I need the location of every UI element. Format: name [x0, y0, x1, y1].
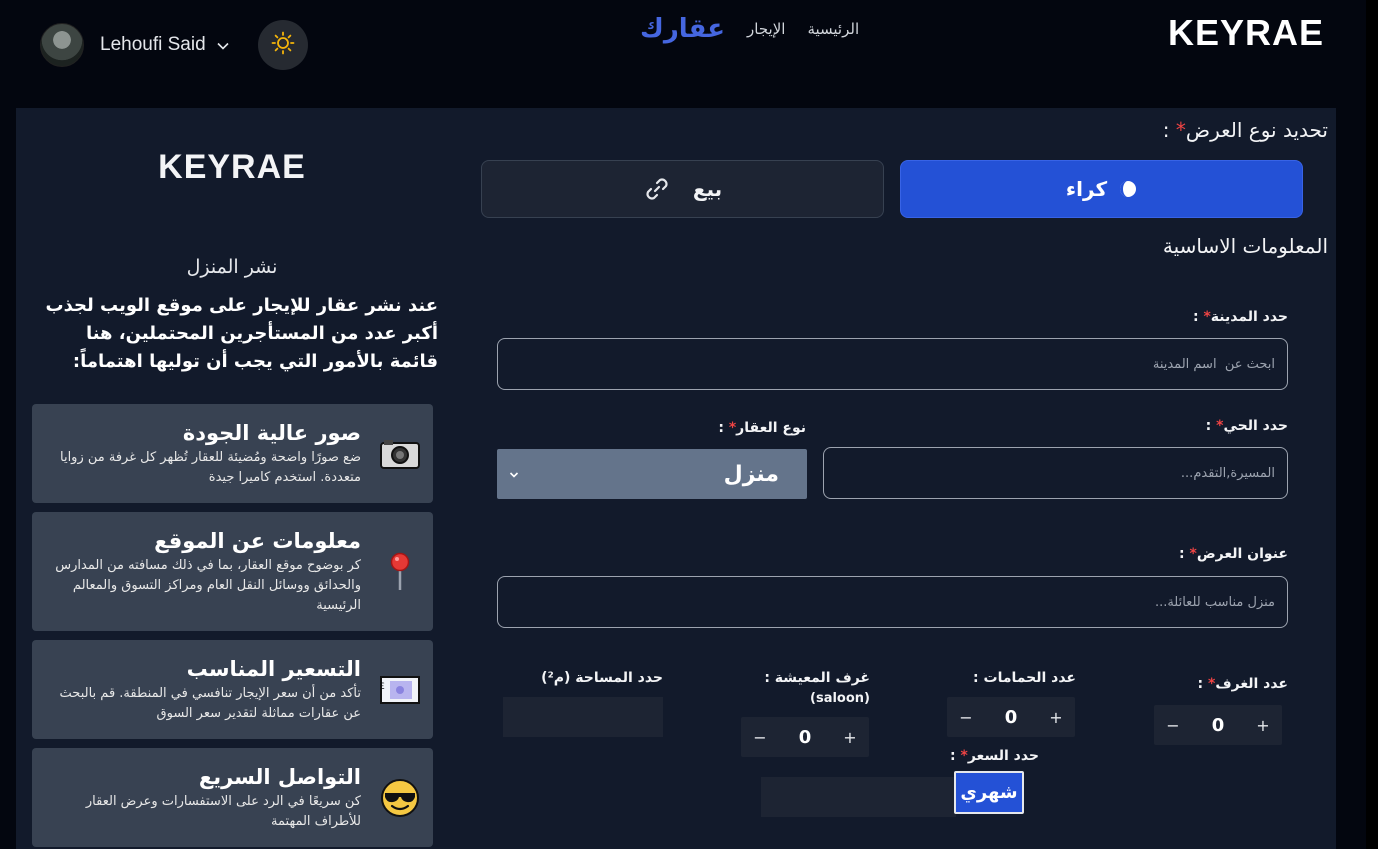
district-input[interactable] [823, 447, 1288, 499]
area-input[interactable] [503, 697, 663, 737]
increment-button[interactable]: + [1255, 716, 1271, 735]
publish-container: KEYRAE نشر المنزل عند نشر عقار للإيجار ع… [16, 108, 1336, 849]
city-label-text: حدد المدينة [1210, 309, 1288, 325]
user-name[interactable]: Lehoufi Said [100, 34, 206, 56]
offer-type-text: تحديد نوع العرض [1185, 118, 1328, 142]
bathrooms-stepper: − 0 + [947, 697, 1075, 737]
publish-form: تحديد نوع العرض* : كراء بيع المعلومات ال… [481, 108, 1336, 849]
price-input[interactable] [761, 777, 956, 817]
increment-button[interactable]: + [1048, 708, 1064, 727]
tip-card-communication: التواصل السريع كن سريعًا في الرد على الا… [32, 748, 433, 847]
tip-card-photos: صور عالية الجودة ضع صورًا واضحة ومُضيئة … [32, 404, 433, 503]
offer-rent-label: كراء [1065, 177, 1108, 201]
rooms-value: 0 [1211, 714, 1225, 736]
tip-desc: كر بوضوح موقع العقار، بما في ذلك مسافته … [55, 558, 361, 613]
page-scrollbar[interactable] [1366, 0, 1378, 849]
tip-card-location: معلومات عن الموقع كر بوضوح موقع العقار، … [32, 512, 433, 631]
link-icon [643, 175, 671, 203]
label-colon: : [1192, 309, 1204, 325]
city-search-input[interactable] [497, 338, 1288, 390]
rooms-stepper: − 0 + [1154, 705, 1282, 745]
offer-title-input[interactable] [497, 576, 1288, 628]
label-colon: : [718, 420, 729, 436]
tip-title: التواصل السريع [198, 765, 361, 789]
offer-title-label-text: عنوان العرض [1196, 546, 1288, 562]
tip-card-pricing: £ التسعير المناسب تأكد من أن سعر الإيجار… [32, 640, 433, 739]
price-label-text: حدد السعر [967, 748, 1039, 764]
living-rooms-stepper: − 0 + [741, 717, 869, 757]
city-label: حدد المدينة* : [1193, 309, 1288, 325]
theme-toggle-button[interactable] [257, 20, 308, 70]
offer-sale-button[interactable]: بيع [481, 160, 884, 218]
tip-title: التسعير المناسب [186, 657, 361, 681]
living-rooms-value: 0 [798, 726, 812, 748]
required-star: * [1175, 118, 1186, 142]
banknote-icon: £ [379, 669, 421, 711]
required-star: * [960, 748, 968, 764]
label-colon: : [1179, 546, 1190, 562]
district-label-text: حدد الحي [1223, 418, 1288, 434]
decrement-button[interactable]: − [1165, 716, 1181, 735]
tip-title: معلومات عن الموقع [154, 529, 361, 553]
decrement-button[interactable]: − [958, 708, 974, 727]
tip-desc: كن سريعًا في الرد على الاستفسارات وعرض ا… [85, 794, 361, 829]
label-colon: : [1197, 676, 1209, 692]
tip-title: صور عالية الجودة [182, 421, 361, 445]
offer-rent-button[interactable]: كراء [900, 160, 1303, 218]
camera-icon [379, 433, 421, 475]
nav-link-home[interactable]: الرئيسية [807, 20, 859, 38]
property-type-value: منزل [723, 461, 779, 487]
chevron-down-icon[interactable] [216, 38, 230, 52]
bathrooms-label: عدد الحمامات : [973, 670, 1076, 686]
property-type-select[interactable]: منزل [497, 449, 807, 499]
tip-desc: تأكد من أن سعر الإيجار تنافسي في المنطقة… [59, 686, 361, 721]
avatar[interactable] [40, 23, 84, 67]
rooms-label-text: عدد الغرف [1215, 676, 1288, 692]
basic-info-title: المعلومات الاساسية [1162, 234, 1328, 258]
price-period-button[interactable]: شهري [954, 771, 1024, 814]
moon-icon [1119, 180, 1137, 198]
chevron-down-icon [509, 465, 519, 484]
district-label: حدد الحي* : [1206, 418, 1288, 434]
label-colon: : [1162, 118, 1176, 142]
increment-button[interactable]: + [842, 728, 858, 747]
info-subtitle: نشر المنزل [186, 256, 278, 278]
living-rooms-label: غرف المعيشة : [764, 670, 870, 686]
required-star: * [1203, 309, 1211, 325]
offer-sale-label: بيع [692, 177, 723, 201]
info-brand: KEYRAE [158, 148, 306, 186]
pushpin-icon [379, 551, 421, 593]
tip-desc: ضع صورًا واضحة ومُضيئة للعقار تُظهر كل غ… [59, 450, 361, 485]
area-label: حدد المساحة (م²) [541, 670, 663, 686]
tips-list: صور عالية الجودة ضع صورًا واضحة ومُضيئة … [32, 404, 433, 849]
price-label: حدد السعر* : [950, 748, 1039, 764]
bathrooms-value: 0 [1004, 706, 1018, 728]
nav-link-rent[interactable]: الإيجار [747, 20, 785, 38]
sun-icon [271, 31, 295, 59]
property-type-label: نوع العقار* : [718, 420, 806, 436]
main-nav: الرئيسية الإيجار عقارك [640, 14, 859, 44]
offer-title-label: عنوان العرض* : [1179, 546, 1288, 562]
sunglasses-face-icon [379, 777, 421, 819]
label-colon: : [1205, 418, 1217, 434]
rooms-label: عدد الغرف* : [1198, 676, 1288, 692]
top-navbar: KEYRAE الرئيسية الإيجار عقارك Lehoufi Sa… [0, 0, 1378, 86]
decrement-button[interactable]: − [752, 728, 768, 747]
label-colon: : [950, 748, 961, 764]
property-type-label-text: نوع العقار [736, 420, 806, 436]
svg-text:£: £ [380, 682, 385, 692]
info-intro: عند نشر عقار للإيجار على موقع الويب لجذب… [45, 295, 438, 372]
offer-type-label: تحديد نوع العرض* : [1163, 118, 1328, 142]
brand-logo[interactable]: KEYRAE [1168, 12, 1324, 54]
nav-logo-aqarak[interactable]: عقارك [640, 14, 725, 44]
info-panel: KEYRAE نشر المنزل عند نشر عقار للإيجار ع… [16, 108, 448, 849]
user-menu: Lehoufi Said [40, 20, 308, 70]
living-rooms-sublabel: (saloon) [810, 691, 870, 706]
required-star: * [1189, 546, 1197, 562]
